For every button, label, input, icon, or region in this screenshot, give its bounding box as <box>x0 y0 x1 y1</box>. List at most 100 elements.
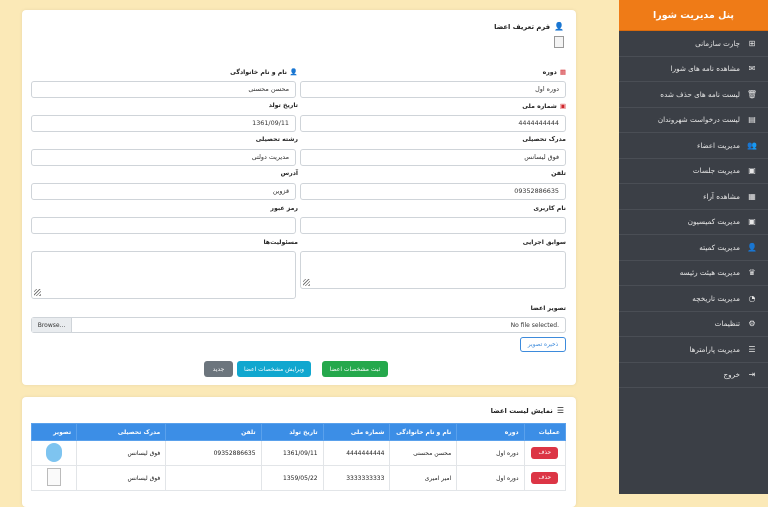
name-label: 👤 نام و نام خانوادگی <box>230 68 298 76</box>
edit-member-button[interactable]: ویرایش مشخصات اعضا <box>237 361 311 377</box>
cell-national-id: 3333333333 <box>322 465 391 491</box>
envelope-icon: ✉ <box>748 64 756 74</box>
national-id-label: ▣ شماره ملی <box>522 102 566 110</box>
form-title-text: فرم تعریف اعضا <box>494 22 551 31</box>
cell-phone <box>165 465 262 491</box>
form-title: 👤 فرم تعریف اعضا <box>494 22 564 31</box>
committee-icon: 👤 <box>747 242 757 252</box>
sidebar-item-label: خروج <box>723 370 740 380</box>
period-label: ▦ دوره <box>542 68 566 76</box>
vote-icon: ▦ <box>748 191 756 201</box>
cell-degree: فوق لیسانس <box>76 440 167 466</box>
no-file-text: No file selected. <box>510 321 559 329</box>
column-header[interactable]: شماره ملی <box>322 423 391 441</box>
sidebar-item-label: چارت سازمانی <box>695 38 740 48</box>
sitemap-icon: ⊞ <box>748 38 756 48</box>
period-select[interactable]: دوره اول <box>300 81 566 98</box>
cell-period: دوره اول <box>456 465 525 491</box>
sidebar-item-6[interactable]: ▦ مشاهده آراء <box>619 184 768 210</box>
image-file-input[interactable]: Browse... No file selected. <box>31 317 566 333</box>
sidebar-item-label: مدیریت کمیسیون <box>687 217 740 227</box>
member-avatar[interactable] <box>46 442 63 462</box>
sidebar-item-3[interactable]: ▤ لیست درخواست شهروندان <box>619 108 768 133</box>
national-id-field[interactable]: 4444444444 <box>300 115 566 132</box>
operations-cell: حذف <box>523 465 567 491</box>
username-label: نام کاربری <box>533 205 566 212</box>
table-row: فوق لیسانس 09352886635 1361/09/11 444444444… <box>30 440 567 466</box>
clock-icon: ◔ <box>748 293 756 303</box>
delete-button[interactable]: حذف <box>531 447 559 459</box>
phone-label: تلفن <box>551 170 566 177</box>
list-title-text: نمایش لیست اعضا <box>490 406 553 415</box>
sidebar-item-10[interactable]: ◔ مدیریت تاریخچه <box>619 286 768 312</box>
sidebar-item-7[interactable]: ▣ مدیریت کمیسیون <box>619 210 768 235</box>
delete-button[interactable]: حذف <box>531 472 559 484</box>
sidebar-item-0[interactable]: ⊞ چارت سازمانی <box>619 31 768 57</box>
member-form-card: 👤 فرم تعریف اعضا ▦ دوره دوره اول 👤 نام و ن… <box>22 10 576 385</box>
cell-degree: فوق لیسانس <box>76 465 167 491</box>
trash-icon: 🗑 <box>746 89 758 99</box>
sidebar-item-label: لیست درخواست شهروندان <box>657 115 740 125</box>
sidebar-item-label: مدیریت هیئت رئیسه <box>679 268 740 278</box>
document-icon <box>554 36 564 48</box>
list-title: ☰ نمایش لیست اعضا <box>491 406 564 415</box>
cell-period: دوره اول <box>456 440 525 466</box>
cell-phone: 09352886635 <box>165 440 262 466</box>
sidebar-item-4[interactable]: 👥 مدیریت اعضاء <box>619 133 768 159</box>
address-field[interactable]: قزوین <box>31 183 296 200</box>
sidebar-item-label: تنظیمات <box>714 319 740 329</box>
logout-icon: ⇥ <box>748 370 756 380</box>
sidebar-item-9[interactable]: ♛ مدیریت هیئت رئیسه <box>619 261 768 286</box>
column-header[interactable]: تاریخ تولد <box>260 423 324 441</box>
sidebar-item-label: مشاهده نامه های شورا <box>670 64 740 74</box>
cell-birthdate: 1361/09/11 <box>260 440 324 466</box>
sidebar-item-2[interactable]: 🗑 لیست نامه های حذف شده <box>619 82 768 108</box>
column-header[interactable]: تصویر <box>30 423 78 441</box>
crown-icon: ♛ <box>748 268 756 278</box>
column-header[interactable]: نام و نام خانوادگی <box>389 423 458 441</box>
members-table: تصویر مدرک تحصیلی تلفن تاریخ تولد شماره ملی ن… <box>30 423 567 491</box>
resize-handle[interactable] <box>303 279 310 286</box>
sidebar-item-11[interactable]: ⚙ تنظیمات <box>619 312 768 337</box>
sidebar-item-13[interactable]: ⇥ خروج <box>619 363 768 388</box>
cell-national-id: 4444444444 <box>322 440 391 466</box>
column-header[interactable]: مدرک تحصیلی <box>76 423 167 441</box>
sliders-icon: ☰ <box>748 344 756 354</box>
member-photo-thumbnail[interactable] <box>47 468 62 486</box>
field-field[interactable]: مدیریت دولتی <box>31 149 296 166</box>
sidebar: پنل مدیریت شورا ⊞ چارت سازمانی ✉ مشاهده نام… <box>619 0 768 494</box>
column-header[interactable]: دوره <box>456 423 525 441</box>
sidebar-item-5[interactable]: ▣ مدیریت جلسات <box>619 159 768 184</box>
image-cell <box>30 440 78 466</box>
list-icon: ☰ <box>556 406 564 415</box>
sidebar-item-12[interactable]: ☰ مدیریت پارامترها <box>619 337 768 363</box>
degree-select[interactable]: فوق لیسانس <box>300 149 566 166</box>
history-label: سوابق اجرایی <box>522 239 566 246</box>
username-field[interactable] <box>300 217 566 234</box>
sidebar-item-label: مشاهده آراء <box>703 191 740 201</box>
address-label: آدرس <box>280 170 298 177</box>
commission-icon: ▣ <box>748 217 756 227</box>
new-button[interactable]: جدید <box>204 361 233 377</box>
column-header[interactable]: تلفن <box>165 423 262 441</box>
browse-button[interactable]: Browse... <box>32 318 72 332</box>
sidebar-title: پنل مدیریت شورا <box>619 0 768 31</box>
file-icon: ▤ <box>748 115 756 125</box>
phone-field[interactable]: 09352886635 <box>300 183 566 200</box>
sidebar-item-1[interactable]: ✉ مشاهده نامه های شورا <box>619 57 768 82</box>
users-icon: 👥 <box>747 140 757 150</box>
sidebar-item-8[interactable]: 👤 مدیریت کمیته <box>619 235 768 261</box>
history-textarea[interactable] <box>300 251 566 289</box>
duties-textarea[interactable] <box>31 251 296 299</box>
resize-handle[interactable] <box>34 289 41 296</box>
sidebar-item-label: مدیریت اعضاء <box>696 140 740 150</box>
column-header[interactable]: عملیات <box>523 423 567 441</box>
password-field[interactable] <box>31 217 296 234</box>
save-image-button[interactable]: ذخیره تصویر <box>520 337 566 352</box>
name-field[interactable]: محسن محسنی <box>31 81 296 98</box>
register-member-button[interactable]: ثبت مشخصات اعضا <box>322 361 388 377</box>
sidebar-item-label: مدیریت تاریخچه <box>692 293 740 303</box>
birthdate-field[interactable]: 1361/09/11 <box>31 115 296 132</box>
user-icon: 👤 <box>289 68 298 76</box>
user-plus-icon: 👤 <box>554 22 564 31</box>
